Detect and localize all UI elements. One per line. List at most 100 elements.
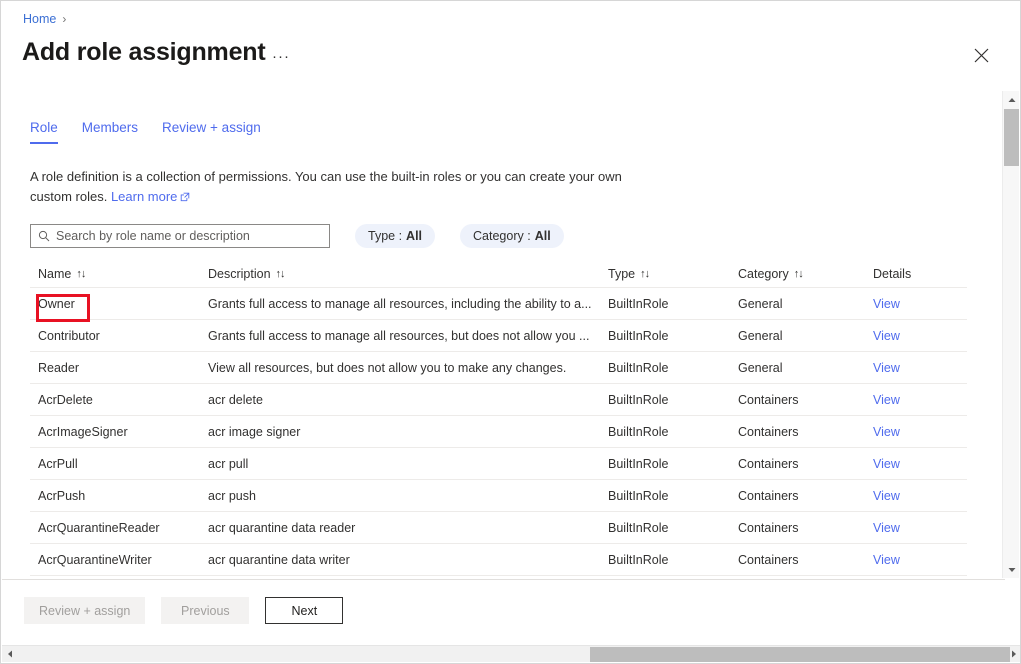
filter-pill-category-value: All [534, 229, 551, 243]
table-row[interactable]: AcrPull acr pull BuiltInRole Containers … [30, 448, 967, 480]
column-header-category[interactable]: Category ↑↓ [738, 267, 873, 281]
tab-members-label: Members [81, 120, 139, 135]
table-row[interactable]: AcrDelete acr delete BuiltInRole Contain… [30, 384, 967, 416]
next-button[interactable]: Next [265, 597, 344, 624]
wizard-tabs: Role Members Review + assign [30, 120, 273, 144]
horizontal-scrollbar-thumb[interactable] [590, 647, 1010, 662]
details-view-link[interactable]: View [873, 329, 959, 343]
cell-name: AcrDelete [38, 392, 93, 407]
cell-description: acr quarantine data writer [208, 552, 350, 567]
cell-type: BuiltInRole [608, 456, 669, 471]
breadcrumb-chevron-icon: › [62, 12, 67, 26]
cell-type: BuiltInRole [608, 360, 669, 375]
cell-type: BuiltInRole [608, 392, 669, 407]
cell-category: Containers [738, 392, 799, 407]
cell-name: AcrQuarantineWriter [38, 552, 152, 567]
cell-category: General [738, 328, 783, 343]
wizard-footer: Review + assign Previous Next [2, 580, 1005, 637]
details-view-link[interactable]: View [873, 393, 959, 407]
filter-bar: Type : All Category : All [30, 224, 564, 248]
table-header-row: Name ↑↓ Description ↑↓ Type ↑↓ Category … [30, 260, 967, 288]
cell-type: BuiltInRole [608, 424, 669, 439]
filter-pill-type[interactable]: Type : All [355, 224, 436, 248]
cell-name: Owner [38, 296, 75, 311]
details-view-link[interactable]: View [873, 425, 959, 439]
tab-role-label: Role [30, 120, 58, 135]
table-row[interactable]: Contributor Grants full access to manage… [30, 320, 967, 352]
details-view-link[interactable]: View [873, 457, 959, 471]
review-assign-button[interactable]: Review + assign [24, 597, 146, 624]
search-box[interactable] [30, 224, 330, 248]
scroll-up-arrow-icon[interactable] [1003, 91, 1020, 108]
column-header-type[interactable]: Type ↑↓ [608, 267, 738, 281]
previous-button[interactable]: Previous [161, 597, 250, 624]
column-header-type-label: Type [608, 266, 636, 281]
search-input[interactable] [56, 229, 311, 243]
column-header-details: Details [873, 267, 959, 281]
scroll-down-arrow-icon[interactable] [1003, 561, 1020, 578]
scrollbar-corner [1002, 627, 1019, 645]
learn-more-link[interactable]: Learn more [111, 189, 177, 204]
cell-type: BuiltInRole [608, 488, 669, 503]
horizontal-scrollbar[interactable] [2, 645, 1020, 662]
column-header-name-label: Name [38, 266, 72, 281]
close-icon[interactable] [968, 42, 994, 68]
table-row[interactable]: AcrQuarantineWriter acr quarantine data … [30, 544, 967, 576]
cell-description: acr image signer [208, 424, 301, 439]
blade-description: A role definition is a collection of per… [30, 167, 640, 208]
cell-type: BuiltInRole [608, 296, 669, 311]
cell-description: acr delete [208, 392, 263, 407]
table-row[interactable]: AcrPush acr push BuiltInRole Containers … [30, 480, 967, 512]
column-header-category-label: Category [738, 266, 789, 281]
column-header-name[interactable]: Name ↑↓ [30, 267, 208, 281]
details-view-link[interactable]: View [873, 521, 959, 535]
sort-icon[interactable]: ↑↓ [640, 268, 650, 280]
details-view-link[interactable]: View [873, 489, 959, 503]
breadcrumb: Home › [23, 12, 66, 26]
cell-category: Containers [738, 520, 799, 535]
details-view-link[interactable]: View [873, 553, 959, 567]
cell-description: acr quarantine data reader [208, 520, 356, 535]
cell-description: View all resources, but does not allow y… [208, 360, 567, 375]
column-header-description-label: Description [208, 266, 271, 281]
filter-pill-category[interactable]: Category : All [460, 224, 564, 248]
breadcrumb-item-home[interactable]: Home [23, 12, 56, 26]
tab-members[interactable]: Members [70, 120, 150, 144]
table-row[interactable]: Reader View all resources, but does not … [30, 352, 967, 384]
table-row[interactable]: AcrQuarantineReader acr quarantine data … [30, 512, 967, 544]
cell-description: acr pull [208, 456, 249, 471]
tab-role[interactable]: Role [30, 120, 70, 144]
cell-description: Grants full access to manage all resourc… [208, 296, 592, 311]
cell-category: Containers [738, 552, 799, 567]
cell-name: Reader [38, 360, 79, 375]
blade-content: Role Members Review + assign A role defi… [2, 90, 1004, 578]
sort-icon[interactable]: ↑↓ [76, 268, 86, 280]
column-header-details-label: Details [873, 266, 912, 281]
search-icon [38, 230, 50, 242]
cell-category: Containers [738, 488, 799, 503]
scroll-right-arrow-icon[interactable] [1006, 646, 1020, 662]
column-header-description[interactable]: Description ↑↓ [208, 267, 608, 281]
cell-category: Containers [738, 424, 799, 439]
sort-icon[interactable]: ↑↓ [276, 268, 286, 280]
table-row[interactable]: Owner Grants full access to manage all r… [30, 288, 967, 320]
more-options-button[interactable]: ··· [270, 45, 292, 67]
cell-description: acr push [208, 488, 256, 503]
tab-review-assign[interactable]: Review + assign [150, 120, 273, 144]
table-row[interactable]: AcrImageSigner acr image signer BuiltInR… [30, 416, 967, 448]
vertical-scrollbar[interactable] [1002, 91, 1019, 578]
scroll-left-arrow-icon[interactable] [2, 646, 17, 662]
filter-pill-category-label: Category : [473, 229, 531, 243]
cell-name: Contributor [38, 328, 100, 343]
cell-name: AcrQuarantineReader [38, 520, 160, 535]
details-view-link[interactable]: View [873, 297, 959, 311]
vertical-scrollbar-thumb[interactable] [1004, 109, 1019, 166]
tab-review-assign-label: Review + assign [162, 120, 261, 135]
page-title: Add role assignment [22, 38, 266, 66]
roles-table: Name ↑↓ Description ↑↓ Type ↑↓ Category … [30, 260, 967, 576]
sort-icon[interactable]: ↑↓ [794, 268, 804, 280]
filter-pill-type-label: Type : [368, 229, 403, 243]
details-view-link[interactable]: View [873, 361, 959, 375]
cell-category: General [738, 360, 783, 375]
cell-category: Containers [738, 456, 799, 471]
